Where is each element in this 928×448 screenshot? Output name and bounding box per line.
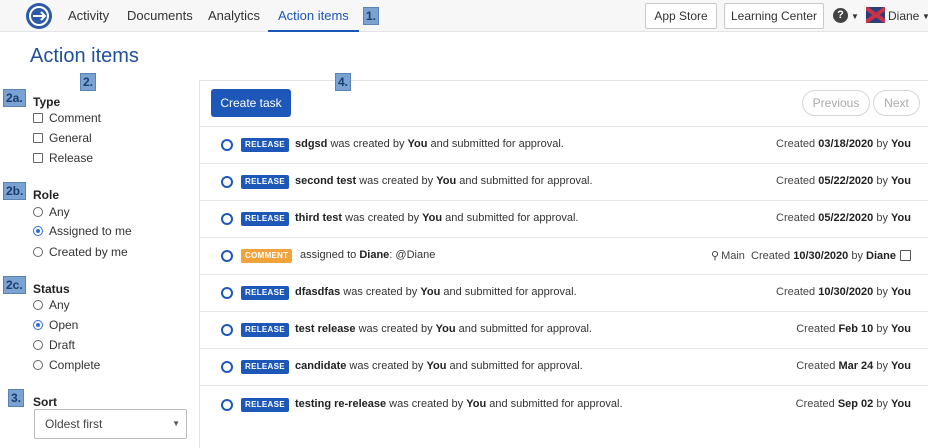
list-item[interactable]: RELEASE dfasdfas was created by You and … (200, 274, 928, 311)
status-option-complete[interactable]: Complete (33, 358, 100, 372)
radio[interactable] (33, 247, 43, 257)
callout-4: 4. (335, 73, 352, 91)
list-item[interactable]: RELEASE candidate was created by You and… (200, 348, 928, 385)
status-circle-icon[interactable] (221, 287, 233, 299)
status-circle-icon[interactable] (221, 361, 233, 373)
item-created-info: Created 05/22/2020 by You (776, 175, 911, 187)
list-item[interactable]: RELEASE second test was created by You a… (200, 163, 928, 200)
item-description: test release was created by You and subm… (295, 323, 592, 335)
radio-selected[interactable] (33, 226, 43, 236)
filter-sidebar (0, 80, 200, 448)
status-option-any[interactable]: Any (33, 298, 70, 312)
status-circle-icon[interactable] (221, 176, 233, 188)
callout-1: 1. (363, 7, 380, 25)
role-option-created-by-me[interactable]: Created by me (33, 245, 128, 259)
type-option-general[interactable]: General (33, 131, 92, 145)
nav-tab-analytics[interactable]: Analytics (208, 0, 260, 32)
item-description: second test was created by You and submi… (295, 175, 593, 187)
create-task-button[interactable]: Create task (211, 89, 291, 117)
item-description: assigned to Diane: @Diane (300, 249, 436, 261)
item-created-info: Created 10/30/2020 by You (776, 286, 911, 298)
list-item[interactable]: RELEASE testing re-release was created b… (200, 385, 928, 423)
item-created-info: Created 03/18/2020 by You (776, 138, 911, 150)
page-title: Action items (30, 45, 139, 67)
status-option-draft[interactable]: Draft (33, 338, 75, 352)
item-description: third test was created by You and submit… (295, 212, 579, 224)
next-button[interactable]: Next (873, 90, 920, 116)
sort-heading: Sort (33, 395, 57, 409)
item-created-info: Created 05/22/2020 by You (776, 212, 911, 224)
status-circle-icon[interactable] (221, 139, 233, 151)
comment-badge: COMMENT (241, 249, 293, 263)
item-description: sdgsd was created by You and submitted f… (295, 138, 564, 150)
role-option-assigned-to-me[interactable]: Assigned to me (33, 224, 132, 238)
user-chevron-down-icon[interactable]: ▼ (922, 12, 928, 21)
radio[interactable] (33, 340, 43, 350)
divider (200, 80, 928, 81)
item-checkbox[interactable] (900, 250, 911, 261)
radio[interactable] (33, 207, 43, 217)
status-filter-heading: Status (33, 282, 70, 296)
sort-select-value: Oldest first (45, 417, 103, 431)
release-badge: RELEASE (241, 212, 289, 226)
status-option-open[interactable]: Open (33, 318, 78, 332)
sort-select[interactable]: Oldest first ▼ (34, 409, 187, 439)
top-nav-bar: Activity Documents Analytics Action item… (0, 0, 928, 32)
release-badge: RELEASE (241, 398, 289, 412)
branch-label[interactable]: Main (721, 250, 745, 262)
nav-tab-action-items[interactable]: Action items (268, 0, 359, 32)
location-pin-icon: ⚲ (711, 250, 720, 262)
item-created-info: Created Feb 10 by You (796, 323, 911, 335)
release-badge: RELEASE (241, 286, 289, 300)
list-item[interactable]: COMMENT assigned to Diane: @Diane ⚲ Main … (200, 237, 928, 274)
release-badge: RELEASE (241, 323, 289, 337)
user-name[interactable]: Diane (888, 0, 919, 32)
callout-2a: 2a. (3, 89, 26, 107)
help-chevron-down-icon[interactable]: ▼ (851, 12, 859, 21)
release-badge: RELEASE (241, 138, 289, 152)
list-item[interactable]: RELEASE sdgsd was created by You and sub… (200, 126, 928, 163)
status-circle-icon[interactable] (221, 324, 233, 336)
item-description: dfasdfas was created by You and submitte… (295, 286, 577, 298)
radio-selected[interactable] (33, 320, 43, 330)
role-filter-heading: Role (33, 188, 60, 202)
role-option-any[interactable]: Any (33, 205, 70, 219)
item-created-info: ⚲ Main Created 10/30/2020 by Diane (711, 249, 911, 262)
callout-2c: 2c. (3, 276, 26, 294)
type-option-release[interactable]: Release (33, 151, 93, 165)
item-created-info: Created Mar 24 by You (796, 360, 911, 372)
checkbox[interactable] (33, 153, 43, 163)
checkbox[interactable] (33, 113, 43, 123)
radio[interactable] (33, 360, 43, 370)
status-circle-icon[interactable] (221, 399, 233, 411)
nav-tab-documents[interactable]: Documents (127, 0, 193, 32)
checkbox[interactable] (33, 133, 43, 143)
chevron-down-icon: ▼ (172, 419, 180, 428)
release-badge: RELEASE (241, 360, 289, 374)
user-avatar[interactable] (866, 7, 885, 23)
callout-3: 3. (8, 389, 25, 407)
item-description: testing re-release was created by You an… (295, 398, 623, 410)
previous-button[interactable]: Previous (802, 90, 870, 116)
type-option-comment[interactable]: Comment (33, 111, 101, 125)
item-description: candidate was created by You and submitt… (295, 360, 583, 372)
status-circle-icon[interactable] (221, 250, 233, 262)
list-item[interactable]: RELEASE third test was created by You an… (200, 200, 928, 237)
onshape-logo-icon[interactable] (26, 3, 52, 29)
list-item[interactable]: RELEASE test release was created by You … (200, 311, 928, 348)
status-circle-icon[interactable] (221, 213, 233, 225)
callout-2: 2. (80, 73, 97, 91)
type-filter-heading: Type (33, 95, 61, 109)
callout-2b: 2b. (3, 182, 27, 200)
nav-tab-activity[interactable]: Activity (68, 0, 109, 32)
release-badge: RELEASE (241, 175, 289, 189)
app-store-button[interactable]: App Store (645, 3, 717, 29)
learning-center-button[interactable]: Learning Center (724, 3, 824, 29)
help-icon[interactable]: ? (833, 8, 848, 23)
radio[interactable] (33, 300, 43, 310)
item-created-info: Created Sep 02 by You (795, 398, 911, 410)
